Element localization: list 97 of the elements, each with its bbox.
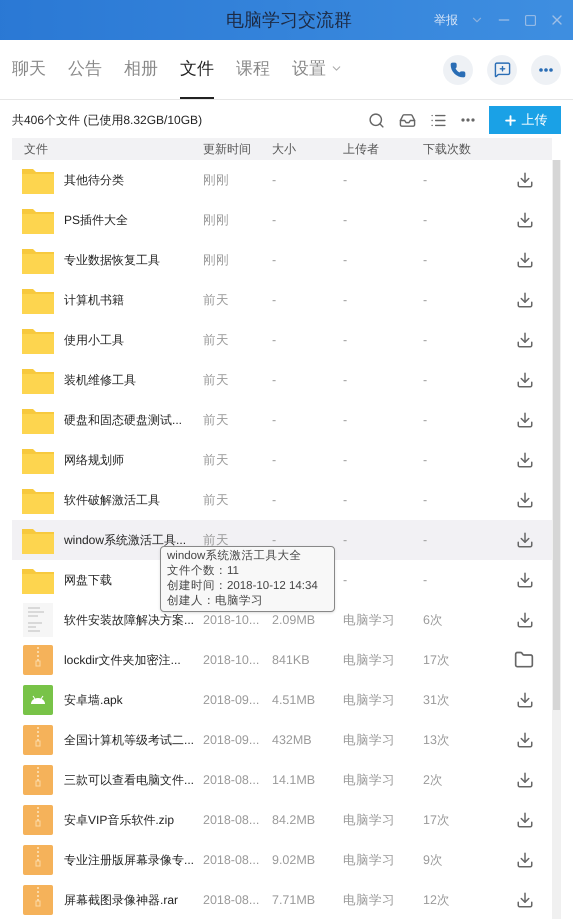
table-cell: - — [343, 252, 348, 267]
table-cell: - — [423, 372, 428, 387]
file-name: window系统激活工具... — [64, 532, 186, 547]
table-cell: 刚刚 — [203, 212, 229, 227]
table-cell: - — [343, 172, 348, 187]
table-cell: - — [343, 492, 348, 507]
table-cell: 刚刚 — [203, 172, 229, 187]
file-name: 专业数据恢复工具 — [64, 252, 160, 267]
table-cell: 17次 — [423, 652, 450, 667]
table-cell: 2018-08... — [203, 812, 260, 827]
table-cell: 前天 — [203, 372, 229, 387]
table-cell: 2018-09... — [203, 692, 260, 707]
table-cell: 前天 — [203, 452, 229, 467]
table-cell: - — [272, 172, 276, 187]
table-cell: 84.2MB — [272, 812, 316, 827]
file-name: 其他待分类 — [64, 172, 124, 187]
table-cell: 12次 — [423, 892, 450, 907]
table-cell: - — [272, 292, 276, 307]
table-cell: - — [423, 172, 428, 187]
table-cell: - — [343, 332, 348, 347]
table-cell: 9.02MB — [272, 852, 316, 867]
table-cell: 电脑学习 — [343, 772, 395, 787]
table-cell: 2018-08... — [203, 772, 260, 787]
file-name: 软件安装故障解决方案... — [64, 612, 194, 627]
file-name: PS插件大全 — [64, 212, 128, 227]
file-name: lockdir文件夹加密注... — [64, 652, 181, 667]
table-cell: 电脑学习 — [343, 692, 395, 707]
table-cell: 前天 — [203, 412, 229, 427]
table-cell: - — [423, 492, 428, 507]
table-cell: - — [423, 452, 428, 467]
table-cell: 2018-08... — [203, 892, 260, 907]
table-cell: - — [343, 452, 348, 467]
table-cell: 7.71MB — [272, 892, 316, 907]
table-cell: 2次 — [423, 772, 443, 787]
table-cell: 前天 — [203, 532, 229, 547]
table-cell: 电脑学习 — [343, 812, 395, 827]
tooltip-text: 文件个数：11 — [167, 564, 240, 579]
table-cell: 13次 — [423, 732, 450, 747]
file-name: 计算机书籍 — [64, 292, 124, 307]
table-cell: - — [423, 532, 428, 547]
table-cell: 17次 — [423, 812, 450, 827]
table-cell: 14.1MB — [272, 772, 316, 787]
file-name: 网盘下载 — [64, 572, 112, 587]
table-cell: - — [272, 412, 276, 427]
table-cell: - — [343, 412, 348, 427]
file-name: 专业注册版屏幕录像专... — [64, 852, 194, 867]
file-name: 安卓墙.apk — [64, 692, 123, 707]
table-cell: 电脑学习 — [343, 852, 395, 867]
table-cell: - — [272, 492, 276, 507]
table-cell: - — [423, 252, 428, 267]
file-name: 硬盘和固态硬盘测试... — [64, 412, 182, 427]
file-name: 网络规划师 — [64, 452, 124, 467]
table-cell: - — [272, 332, 276, 347]
table-cell: 2018-08... — [203, 852, 260, 867]
table-cell: - — [272, 212, 276, 227]
table-cell: - — [343, 532, 348, 547]
table-cell: 2018-10... — [203, 652, 260, 667]
file-name: 安卓VIP音乐软件.zip — [64, 812, 174, 827]
file-name: 使用小工具 — [64, 332, 124, 347]
table-cell: - — [272, 452, 276, 467]
file-name: 全国计算机等级考试二... — [64, 732, 194, 747]
table-cell: 前天 — [203, 492, 229, 507]
table-cell: 2.09MB — [272, 612, 316, 627]
file-summary: 共406个文件 (已使用8.32GB/10GB) — [12, 112, 202, 129]
table-cell: - — [423, 292, 428, 307]
table-cell: 电脑学习 — [343, 652, 395, 667]
tooltip-text: 创建时间：2018-10-12 14:34 — [167, 579, 319, 594]
file-name: 三款可以查看电脑文件... — [64, 772, 194, 787]
table-cell: 4.51MB — [272, 692, 316, 707]
table-cell: 刚刚 — [203, 252, 229, 267]
table-cell: - — [423, 332, 428, 347]
table-cell: 电脑学习 — [343, 612, 395, 627]
table-cell: - — [423, 212, 428, 227]
table-cell: 前天 — [203, 292, 229, 307]
table-cell: - — [343, 292, 348, 307]
table-cell: - — [343, 572, 348, 587]
table-cell: 31次 — [423, 692, 450, 707]
table-cell: - — [272, 372, 276, 387]
table-cell: 电脑学习 — [343, 892, 395, 907]
file-name: 屏幕截图录像神器.rar — [64, 892, 178, 907]
table-cell: 2018-10... — [203, 612, 260, 627]
table-cell: 前天 — [203, 332, 229, 347]
table-cell: 6次 — [423, 612, 443, 627]
file-name: 软件破解激活工具 — [64, 492, 160, 507]
file-name: 装机维修工具 — [64, 372, 136, 387]
table-cell: 432MB — [272, 732, 312, 747]
table-cell: - — [423, 412, 428, 427]
table-cell: - — [343, 212, 348, 227]
window-title: 电脑学习交流群 — [226, 8, 352, 32]
table-cell: - — [272, 252, 276, 267]
table-cell: 2018-09... — [203, 732, 260, 747]
table-cell: 电脑学习 — [343, 732, 395, 747]
table-cell: - — [343, 372, 348, 387]
table-cell: 9次 — [423, 852, 443, 867]
table-cell: - — [423, 572, 428, 587]
table-cell: - — [272, 532, 276, 547]
table-cell: 841KB — [272, 652, 310, 667]
